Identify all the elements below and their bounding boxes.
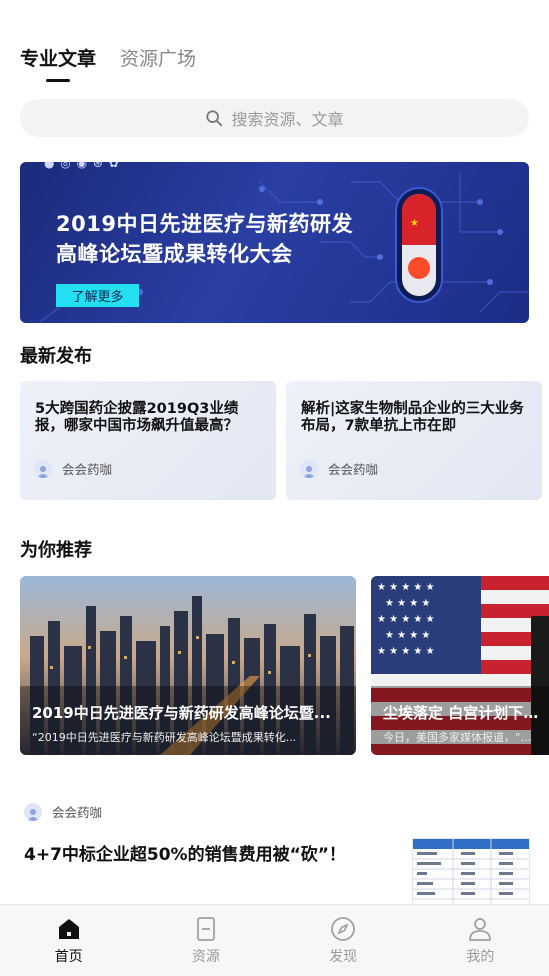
latest-card[interactable]: 5大跨国药企披露2019Q3业绩报，哪家中国市场飙升值最高？ 会会药咖 bbox=[20, 381, 276, 500]
nav-label: 首页 bbox=[54, 949, 83, 965]
nav-profile[interactable]: 我的 bbox=[412, 905, 549, 976]
latest-card-author: 会会药咖 bbox=[34, 459, 112, 478]
learn-more-button[interactable]: 了解更多 bbox=[56, 284, 139, 307]
svg-text:★ ★ ★ ★ ★: ★ ★ ★ ★ ★ bbox=[377, 582, 435, 593]
nav-discover[interactable]: 发现 bbox=[275, 905, 412, 976]
nav-label: 发现 bbox=[329, 949, 358, 965]
author-name: 会会药咖 bbox=[52, 805, 103, 820]
recommend-card[interactable]: 2019中日先进医疗与新药研发高峰论坛暨... “2019中日先进医疗与新药研发… bbox=[20, 576, 356, 755]
svg-text:★: ★ bbox=[410, 218, 419, 229]
author-name: 会会药咖 bbox=[328, 462, 379, 477]
banner-title-line2: 高峰论坛暨成果转化大会 bbox=[56, 242, 293, 266]
latest-card-title: 解析|这家生物制品企业的三大业务布局，7款单抗上市在即 bbox=[301, 401, 524, 434]
banner-title-line1: 2019中日先进医疗与新药研发 bbox=[56, 212, 353, 236]
search-icon bbox=[206, 110, 223, 127]
user-icon bbox=[469, 918, 492, 941]
table-thumbnail-image bbox=[413, 839, 529, 907]
author-name: 会会药咖 bbox=[62, 462, 113, 477]
tab-resources[interactable]: 资源广场 bbox=[120, 44, 196, 74]
recommend-caption: 2019中日先进医疗与新药研发高峰论坛暨... “2019中日先进医疗与新药研发… bbox=[32, 702, 346, 745]
tab-articles[interactable]: 专业文章 bbox=[20, 44, 96, 82]
recommend-section-title: 为你推荐 bbox=[20, 540, 92, 561]
latest-card-title: 5大跨国药企披露2019Q3业绩报，哪家中国市场飙升值最高？ bbox=[35, 401, 239, 434]
nav-home[interactable]: 首页 bbox=[0, 905, 137, 976]
feed-author: 会会药咖 bbox=[24, 802, 102, 821]
avatar bbox=[300, 459, 318, 478]
search-input[interactable]: 搜索资源、文章 bbox=[20, 99, 529, 137]
recommend-summary: “2019中日先进医疗与新药研发高峰论坛暨成果转化... bbox=[32, 731, 297, 744]
nav-label: 我的 bbox=[466, 949, 495, 965]
bottom-navigation: 首页 资源 发现 我的 bbox=[0, 904, 549, 976]
recommend-title: 2019中日先进医疗与新药研发高峰论坛暨... bbox=[32, 704, 331, 722]
recommend-card[interactable]: ★ ★ ★ ★ ★ ★ ★ ★ ★ ★ ★ ★ ★ ★ ★ ★ ★ ★ ★ ★ ★ ★… bbox=[371, 576, 549, 755]
capsule-icon: ★ bbox=[395, 187, 443, 303]
latest-section-title: 最新发布 bbox=[20, 346, 92, 367]
svg-text:★ ★ ★ ★ ★: ★ ★ ★ ★ ★ bbox=[377, 614, 435, 625]
avatar bbox=[34, 459, 52, 478]
feed-thumbnail[interactable] bbox=[412, 838, 530, 908]
promo-banner[interactable]: ★ ● ◎ ◉ ⊛ ✿ 2019中日先进医疗与新药研发 高峰论坛暨成果转化大会 … bbox=[20, 162, 529, 323]
recommend-title: 尘埃落定 白宫计划下周1 bbox=[383, 704, 539, 722]
nav-resources[interactable]: 资源 bbox=[137, 905, 274, 976]
svg-text:★ ★ ★ ★: ★ ★ ★ ★ bbox=[385, 630, 430, 641]
document-icon bbox=[196, 917, 215, 941]
svg-text:★ ★ ★ ★ ★: ★ ★ ★ ★ ★ bbox=[377, 646, 435, 657]
search-placeholder: 搜索资源、文章 bbox=[231, 110, 344, 129]
svg-text:★ ★ ★ ★: ★ ★ ★ ★ bbox=[385, 598, 430, 609]
recommend-summary: 今日，美国多家媒体报道，“据知 bbox=[383, 731, 539, 744]
latest-card[interactable]: 解析|这家生物制品企业的三大业务布局，7款单抗上市在即 会会药咖 bbox=[286, 381, 542, 500]
nav-label: 资源 bbox=[191, 949, 220, 965]
partner-logos: ● ◎ ◉ ⊛ ✿ bbox=[44, 162, 120, 170]
feed-title[interactable]: 4+7中标企业超50%的销售费用被“砍”！ bbox=[24, 840, 346, 865]
compass-icon bbox=[331, 917, 356, 941]
top-tabs: 专业文章 资源广场 bbox=[20, 44, 196, 82]
avatar bbox=[24, 802, 42, 821]
latest-card-author: 会会药咖 bbox=[300, 459, 378, 478]
recommend-caption: 尘埃落定 白宫计划下周1 今日，美国多家媒体报道，“据知 bbox=[383, 702, 539, 745]
home-icon bbox=[58, 919, 79, 939]
